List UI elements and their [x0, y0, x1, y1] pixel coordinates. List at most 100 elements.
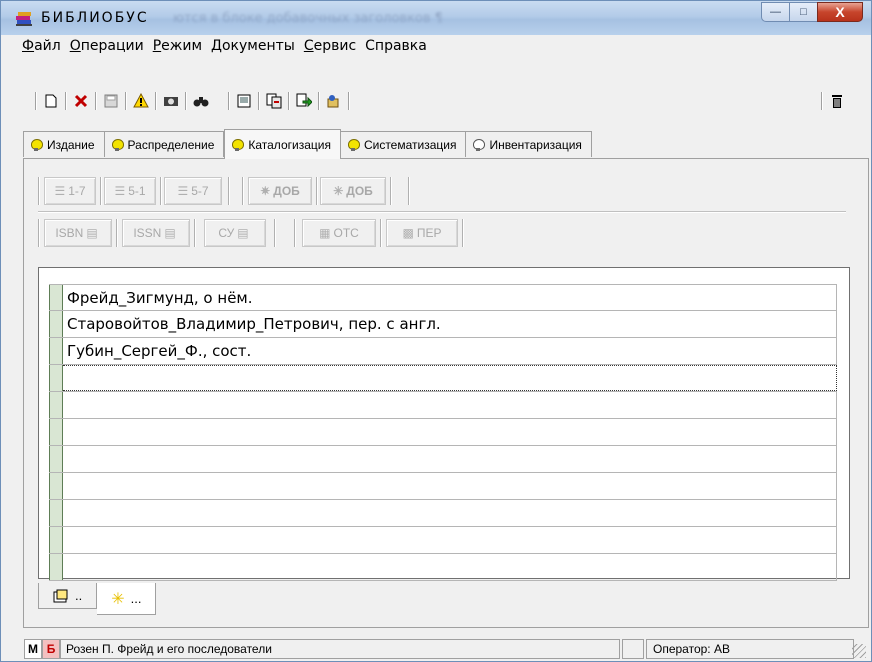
binoculars-icon[interactable] — [190, 90, 212, 112]
menu-mode[interactable]: Режим — [153, 38, 202, 54]
lightbulb-on-icon — [31, 138, 43, 151]
row-header[interactable] — [49, 473, 63, 499]
status-bar: М Б Розен П. Фрейд и его последователи О… — [2, 635, 870, 661]
delete-x-icon[interactable] — [70, 90, 92, 112]
close-icon: X — [835, 4, 845, 20]
table-row[interactable]: Фрейд_Зигмунд, о нём. — [49, 284, 837, 311]
per-button[interactable]: ▩ ПЕР — [386, 219, 458, 247]
issn-button[interactable]: ISSN ▤ — [122, 219, 190, 247]
tab-sistematizaciya[interactable]: Систематизация — [340, 131, 467, 157]
status-m-indicator[interactable]: М — [24, 639, 42, 659]
table-cell[interactable] — [63, 473, 837, 499]
list-icon: ☰ — [114, 184, 126, 198]
status-operator: Оператор: АВ — [646, 639, 854, 659]
save-icon[interactable] — [100, 90, 122, 112]
table-cell[interactable] — [63, 392, 837, 418]
table-cell[interactable] — [63, 527, 837, 553]
table-cell[interactable]: Губин_Сергей_Ф., сост. — [63, 338, 837, 364]
table-row[interactable] — [49, 419, 837, 446]
tab-panel-katalogizaciya: ☰ 1-7 ☰ 5-1 ☰ 5-7 ✷ ДОБ ✳ ДОБ ISBN ▤ ISSN ▤ СУ ▤… — [23, 158, 869, 628]
table-row[interactable] — [49, 500, 837, 527]
translate-icon: ▩ — [402, 226, 414, 240]
table-row-current[interactable] — [49, 365, 837, 392]
menu-documents[interactable]: Документы — [211, 38, 295, 54]
status-b-indicator[interactable]: Б — [42, 639, 60, 659]
table-row[interactable]: Старовойтов_Владимир_Петрович, пер. с ан… — [49, 311, 837, 338]
sparkle-outline-icon: ✳ — [333, 184, 344, 198]
maximize-icon: □ — [800, 6, 807, 18]
table-cell[interactable] — [63, 446, 837, 472]
bottom-tab-document[interactable]: .. — [38, 583, 98, 609]
resize-grip[interactable] — [852, 644, 866, 658]
copy-icon[interactable] — [263, 90, 285, 112]
status-empty-panel — [622, 639, 644, 659]
tab-izdanie[interactable]: Издание — [23, 131, 105, 157]
table-row[interactable] — [49, 392, 837, 419]
field-5-1-button[interactable]: ☰ 5-1 — [104, 177, 156, 205]
menu-help[interactable]: Справка — [365, 38, 427, 54]
headings-grid-frame: Фрейд_Зигмунд, о нём. Старовойтов_Владим… — [38, 267, 850, 581]
add-entry-button-2[interactable]: ✳ ДОБ — [320, 177, 386, 205]
status-record-text: Розен П. Фрейд и его последователи — [60, 639, 620, 659]
export-icon[interactable] — [293, 90, 315, 112]
row-header[interactable] — [49, 285, 63, 310]
row-header[interactable] — [49, 527, 63, 553]
table-cell[interactable]: Фрейд_Зигмунд, о нём. — [63, 285, 837, 310]
document-icon — [53, 589, 68, 602]
minimize-button[interactable]: — — [761, 2, 789, 22]
tab-inventarizaciya[interactable]: Инвентаризация — [466, 131, 592, 157]
row-header[interactable] — [49, 419, 63, 445]
lightbulb-on-icon — [232, 138, 245, 151]
trash-icon[interactable] — [826, 90, 848, 112]
title-bar[interactable]: БИБЛИОБУС ются в блоке добавочных заголо… — [1, 1, 871, 35]
row-header[interactable] — [49, 365, 63, 391]
su-button[interactable]: СУ ▤ — [204, 219, 266, 247]
maximize-button[interactable]: □ — [789, 2, 817, 22]
table-row[interactable]: Губин_Сергей_Ф., сост. — [49, 338, 837, 365]
row-header[interactable] — [49, 392, 63, 418]
warning-icon[interactable] — [130, 90, 152, 112]
table-cell[interactable] — [63, 554, 837, 580]
menu-file[interactable]: Файл — [22, 38, 61, 54]
menu-service[interactable]: Сервис — [304, 38, 356, 54]
field-1-7-button[interactable]: ☰ 1-7 — [44, 177, 96, 205]
menu-operations[interactable]: Операции — [70, 38, 144, 54]
bottom-tabs: .. ✳ ... — [38, 583, 157, 615]
menu-bar: Файл Операции Режим Документы Сервис Спр… — [2, 35, 870, 57]
add-entry-button-1[interactable]: ✷ ДОБ — [248, 177, 312, 205]
row-header[interactable] — [49, 554, 63, 580]
table-cell[interactable] — [63, 500, 837, 526]
bottom-tab-new[interactable]: ✳ ... — [97, 583, 157, 615]
tab-katalogizaciya[interactable]: Каталогизация — [224, 129, 341, 159]
tab-raspredelenie[interactable]: Распределение — [104, 131, 225, 157]
close-button[interactable]: X — [817, 2, 863, 22]
table-cell[interactable] — [63, 419, 837, 445]
print-preview-icon[interactable] — [233, 90, 255, 112]
toolbar — [2, 59, 870, 117]
table-row[interactable] — [49, 446, 837, 473]
lightbulb-off-icon — [473, 138, 486, 151]
import-icon[interactable] — [323, 90, 345, 112]
row-header[interactable] — [49, 500, 63, 526]
field-5-7-button[interactable]: ☰ 5-7 — [164, 177, 222, 205]
window-title: БИБЛИОБУС — [41, 10, 149, 26]
camera-icon[interactable] — [160, 90, 182, 112]
document-icon: ▤ — [86, 226, 98, 240]
list-icon: ☰ — [177, 184, 189, 198]
isbn-button[interactable]: ISBN ▤ — [44, 219, 112, 247]
document-edit-icon: ▦ — [319, 226, 331, 240]
main-tabs: Издание Распределение Каталогизация Сист… — [23, 129, 592, 159]
table-row[interactable] — [49, 527, 837, 554]
lightbulb-on-icon — [347, 138, 360, 151]
lightbulb-on-icon — [111, 138, 124, 151]
new-document-icon[interactable] — [40, 90, 62, 112]
headings-grid: Фрейд_Зигмунд, о нём. Старовойтов_Владим… — [49, 284, 837, 581]
table-cell[interactable] — [63, 365, 837, 391]
row-header[interactable] — [49, 446, 63, 472]
table-cell[interactable]: Старовойтов_Владимир_Петрович, пер. с ан… — [63, 311, 837, 337]
row-header[interactable] — [49, 338, 63, 364]
row-header[interactable] — [49, 311, 63, 337]
table-row[interactable] — [49, 473, 837, 500]
ots-button[interactable]: ▦ ОТС — [302, 219, 376, 247]
table-row[interactable] — [49, 554, 837, 581]
